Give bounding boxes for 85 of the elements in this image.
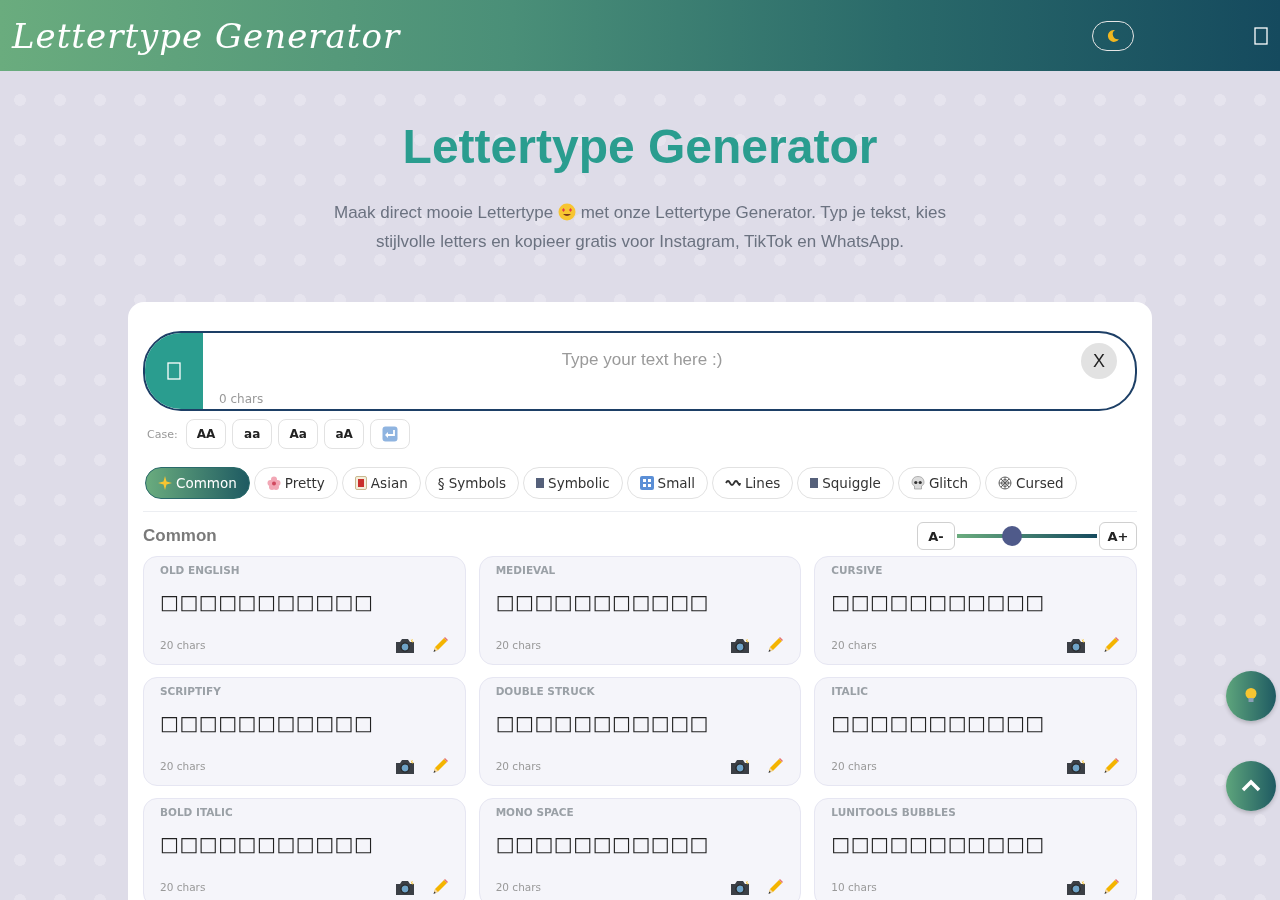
camera-icon[interactable] — [1066, 878, 1086, 896]
category-tab[interactable]: Symbolic — [523, 467, 623, 499]
char-count: 20 chars — [831, 639, 877, 651]
font-card[interactable]: BOLD ITALIC □□□□□□□□□□□ 20 chars — [143, 798, 466, 900]
category-tab[interactable]: Cursed — [985, 467, 1077, 499]
font-preview: □□□□□□□□□□□ — [495, 590, 710, 614]
chevron-up-icon — [1241, 779, 1261, 793]
square-icon — [536, 478, 545, 488]
letters-icon — [639, 476, 654, 490]
category-tab[interactable]: Asian — [341, 467, 421, 499]
font-card[interactable]: OLD ENGLISH □□□□□□□□□□□ 20 chars — [143, 556, 466, 665]
font-name: CURSIVE — [831, 564, 883, 576]
sparkle-icon — [158, 476, 172, 490]
wave-icon — [725, 479, 742, 487]
case-label: Case: — [147, 427, 178, 441]
case-button[interactable]: AA — [185, 419, 227, 449]
char-count: 20 chars — [495, 881, 541, 893]
camera-icon[interactable] — [730, 636, 751, 654]
scroll-top-button[interactable] — [1226, 761, 1276, 811]
font-preview: □□□□□□□□□□□ — [495, 711, 710, 735]
decrease-size-button[interactable]: A- — [917, 522, 955, 550]
increase-size-button[interactable]: A+ — [1099, 522, 1137, 550]
font-name: ITALIC — [831, 685, 868, 697]
char-count: 20 chars — [495, 639, 541, 651]
spider-web-icon — [998, 476, 1013, 490]
font-card[interactable]: CURSIVE □□□□□□□□□□□ 20 chars — [814, 556, 1137, 665]
tile-icon — [354, 476, 367, 490]
font-name: OLD ENGLISH — [160, 564, 240, 576]
font-card[interactable]: MONO SPACE □□□□□□□□□□□ 20 chars — [478, 798, 802, 900]
camera-icon[interactable] — [1066, 636, 1086, 654]
camera-icon[interactable] — [730, 878, 751, 896]
font-card[interactable]: SCRIPTIFY □□□□□□□□□□□ 20 chars — [143, 677, 466, 786]
font-preview: □□□□□□□□□□□ — [495, 832, 710, 856]
skull-icon — [910, 476, 925, 490]
category-tab[interactable]: § Symbols — [424, 467, 520, 499]
camera-icon[interactable] — [394, 878, 415, 896]
category-tab[interactable]: Squiggle — [797, 467, 894, 499]
page-title: Lettertype Generator — [401, 119, 879, 174]
char-count: 20 chars — [160, 881, 206, 893]
text-input-field[interactable]: Type your text here :) 0 chars X — [143, 331, 1137, 411]
font-card[interactable]: DOUBLE STRUCK □□□□□□□□□□□ 20 chars — [478, 677, 802, 786]
tips-button[interactable] — [1226, 671, 1276, 721]
font-name: LUNITOOLS BUBBLES — [831, 806, 956, 818]
case-button[interactable]: aA — [324, 419, 365, 449]
camera-icon[interactable] — [730, 757, 751, 775]
heart-eyes-emoji-icon — [557, 203, 576, 221]
camera-icon[interactable] — [1066, 757, 1086, 775]
moon-icon — [1105, 27, 1121, 44]
case-button[interactable]: aa — [232, 419, 273, 449]
char-count: 20 chars — [495, 760, 541, 772]
camera-icon[interactable] — [394, 757, 415, 775]
menu-button[interactable] — [1254, 26, 1268, 45]
font-preview: □□□□□□□□□□□ — [831, 711, 1045, 735]
font-name: MEDIEVAL — [495, 564, 556, 576]
category-tab[interactable]: Common — [145, 467, 250, 499]
font-card[interactable]: LUNITOOLS BUBBLES □□□□□□□□□□□ 10 chars — [814, 798, 1137, 900]
font-preview: □□□□□□□□□□□ — [160, 832, 374, 856]
flower-icon — [266, 476, 281, 490]
char-counter: 0 chars — [219, 392, 264, 406]
font-preview: □□□□□□□□□□□ — [160, 590, 374, 614]
char-count: 20 chars — [831, 760, 877, 772]
font-card[interactable]: ITALIC □□□□□□□□□□□ 20 chars — [814, 677, 1137, 786]
slider-thumb[interactable] — [1001, 526, 1022, 546]
char-count: 20 chars — [160, 760, 206, 772]
font-preview: □□□□□□□□□□□ — [831, 832, 1045, 856]
lightbulb-icon — [1244, 687, 1258, 705]
font-preview: □□□□□□□□□□□ — [831, 590, 1045, 614]
section-title: Common — [143, 526, 217, 546]
font-name: SCRIPTIFY — [160, 685, 221, 697]
category-tab[interactable]: Small — [626, 467, 709, 499]
camera-icon[interactable] — [394, 636, 415, 654]
font-name: BOLD ITALIC — [160, 806, 233, 818]
char-count: 20 chars — [160, 639, 206, 651]
font-name: MONO SPACE — [495, 806, 574, 818]
clear-button[interactable]: X — [1081, 343, 1117, 379]
font-card[interactable]: MEDIEVAL □□□□□□□□□□□ 20 chars — [478, 556, 802, 665]
font-preview: □□□□□□□□□□□ — [160, 711, 374, 735]
char-count: 10 chars — [831, 881, 877, 893]
case-button[interactable]: Aa — [278, 419, 319, 449]
font-name: DOUBLE STRUCK — [495, 685, 595, 697]
square-icon — [810, 478, 819, 488]
intro-text: Maak direct mooie Lettertype met onze Lettertype Generator. Typ je tekst, kies stijlvolle letters en kopieer gratis voor Instagram, TikTok en WhatsApp. — [332, 202, 948, 253]
category-tab[interactable]: Pretty — [253, 467, 338, 499]
category-tab[interactable]: Lines — [712, 467, 794, 499]
category-tab[interactable]: Glitch — [897, 467, 982, 499]
